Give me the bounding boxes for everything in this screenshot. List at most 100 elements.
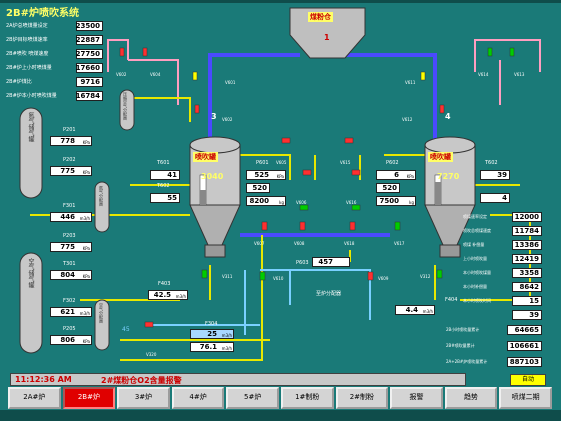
valve-label-v608: V608 — [294, 241, 305, 246]
rp-value-5: 8642 — [512, 282, 542, 292]
alarm-message: 2#煤粉仓O2含量报警 — [101, 376, 182, 385]
left-tank-t602-value: 55 — [150, 193, 180, 203]
valve-label-v617: V617 — [394, 241, 405, 246]
rp-label-2: 喷煤 补偿量 — [463, 242, 485, 247]
f304-value-2: 76.1 m3/h — [190, 342, 234, 352]
center-left-value3: 8200 kg — [246, 196, 286, 206]
left-tank-t601-value: 41 — [150, 170, 180, 180]
right-tank-label: 喷吹罐 — [428, 152, 453, 162]
pt-value-t301: 804 KPa — [50, 270, 92, 280]
nav-button-mill1[interactable]: 1#制粉 — [280, 387, 334, 409]
rp-value-4: 3358 — [512, 268, 542, 278]
valve-label-v605: V605 — [276, 160, 287, 165]
center-left-tag: P601 — [256, 160, 269, 166]
nav-button-mill2[interactable]: 2#制粉 — [335, 387, 389, 409]
right-tank-t602-label: T602 — [485, 160, 498, 166]
center-tag-p603: P603 — [296, 260, 309, 266]
rp-value-3: 12419 — [512, 254, 542, 264]
rp-value-0: 12000 — [512, 212, 542, 222]
summary-label-4: 2B#炉煤比 — [6, 79, 32, 85]
bottom-frame — [0, 410, 561, 421]
pt-label-p202: P202 — [63, 157, 76, 163]
f304-tag: F304 — [205, 321, 218, 327]
small-tank-label-3: 空气分配器 — [99, 303, 104, 323]
nav-button-3[interactable]: 3#炉 — [117, 387, 170, 409]
left-tank-label: 喷吹罐 — [193, 152, 218, 162]
rp-value-7: 39 — [512, 310, 542, 320]
pt-label-p203: P203 — [63, 233, 76, 239]
center-right-value3: 7500 kg — [376, 196, 416, 206]
pt-label-f302: F302 — [63, 298, 76, 304]
rp-value-1: 11784 — [512, 226, 542, 236]
summary-label-0: 2A炉总喷煤量设定 — [6, 23, 48, 29]
center-flow-value: 457 — [312, 257, 350, 267]
valve-label-v614: V614 — [478, 72, 489, 77]
alarm-time: 11:12:36 AM — [15, 375, 72, 384]
center-right-value2: 520 — [376, 183, 400, 193]
pt-label-p205: P205 — [63, 326, 76, 332]
valve-label-v609: V609 — [378, 276, 389, 281]
small-tank-label-1: 压缩空气分配器 — [123, 92, 128, 120]
rp-value-2: 13386 — [512, 240, 542, 250]
rp-total-label-2: 2A+2B#炉喷吹量累计 — [446, 359, 488, 364]
right-tank-t603-value: 4 — [480, 193, 510, 203]
center-right-pressure: 6 KPa — [376, 170, 416, 180]
valve-label-v611: V611 — [405, 80, 416, 85]
scada-screen: 2B#炉喷吹系统 2A炉总喷煤量设定 23500 2B炉目标喷煤速率 22887… — [0, 0, 561, 421]
pt-value-p201: 778 KPa — [50, 136, 92, 146]
rp-label-1: 喷吹总喷煤速度 — [463, 228, 491, 233]
lower-left-tag: F403 — [158, 281, 171, 287]
nav-button-5[interactable]: 5#炉 — [226, 387, 279, 409]
valve-label-v601: V601 — [225, 80, 236, 85]
valve-label-v320: V320 — [146, 352, 157, 357]
summary-label-5: 2B#炉本小时喷吹煤量 — [6, 93, 57, 99]
summary-value-4: 9716 — [76, 77, 103, 87]
pt-label-p201: P201 — [63, 127, 76, 133]
rp-total-value-2: 887103 — [507, 357, 542, 367]
valve-label-v615: V615 — [340, 160, 351, 165]
small-tank-label-2: 氮气分配器 — [99, 186, 104, 206]
right-line-number: 4 — [445, 112, 451, 121]
angle-value: 45 — [122, 326, 130, 333]
nav-button-2a[interactable]: 2A#炉 — [8, 387, 61, 409]
summary-value-0: 23500 — [76, 21, 103, 31]
rp-label-0: 喷煤速率设定 — [463, 214, 487, 219]
summary-label-2: 2B#喷吹 喷煤速度 — [6, 51, 49, 57]
pt-label-f301: F301 — [63, 203, 76, 209]
center-left-value2: 520 — [246, 183, 270, 193]
nav-button-phase2[interactable]: 喷煤二期 — [499, 387, 552, 409]
left-tank-t602-label: T602 — [157, 183, 170, 189]
valve-label-v618: V618 — [344, 241, 355, 246]
summary-label-3: 2B#炉上小时喷煤量 — [6, 65, 52, 71]
valve-label-v602b: V602 — [222, 117, 233, 122]
valve-label-v613: V613 — [514, 72, 525, 77]
lower-right-value: 4.4 m3/h — [395, 305, 435, 315]
valve-label-v604: V604 — [150, 72, 161, 77]
nav-button-trend[interactable]: 趋势 — [444, 387, 498, 409]
valve-label-v616: V616 — [346, 200, 357, 205]
rp-total-label-1: 2B#喷吹量累计 — [446, 343, 475, 348]
f304-value-1: 25 m3/h — [190, 329, 234, 339]
alarm-bar: 11:12:36 AM 2#煤粉仓O2含量报警 — [10, 373, 466, 386]
left-tank-weight: 3040 — [201, 172, 224, 181]
rp-total-value-1: 106661 — [507, 341, 542, 351]
lower-left-value: 42.5 m3/h — [148, 290, 188, 300]
lower-right-tag: F404 — [445, 297, 458, 303]
valve-label-v312: V312 — [420, 274, 431, 279]
nav-button-2b[interactable]: 2B#炉 — [62, 387, 116, 409]
center-right-tag: P602 — [386, 160, 399, 166]
pt-value-p203: 775 KPa — [50, 242, 92, 252]
valve-label-v602: V602 — [116, 72, 127, 77]
nav-button-4[interactable]: 4#炉 — [171, 387, 225, 409]
pt-value-f301: 446 m3/h — [50, 212, 92, 222]
left-line-number: 3 — [211, 112, 217, 121]
valve-label-v606: V606 — [296, 200, 307, 205]
page-title: 2B#炉喷吹系统 — [6, 8, 79, 19]
summary-value-2: 27750 — [76, 49, 103, 59]
nav-button-report[interactable]: 报警 — [390, 387, 443, 409]
rp-total-value-0: 64665 — [507, 325, 542, 335]
nav-bar: 2A#炉 2B#炉 3#炉 4#炉 5#炉 1#制粉 2#制粉 报警 趋势 喷煤… — [8, 387, 554, 409]
auto-mode-button[interactable]: 自动 — [510, 374, 546, 386]
hopper-label: 煤粉仓 — [308, 12, 333, 22]
hopper-number: 1 — [324, 33, 330, 42]
